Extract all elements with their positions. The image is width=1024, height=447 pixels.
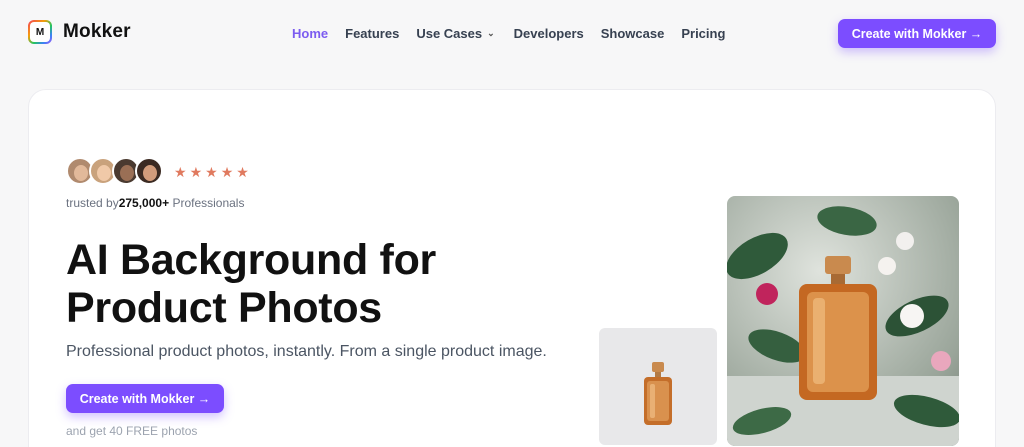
perfume-scene — [727, 206, 959, 446]
star-icon: ★ — [220, 164, 234, 180]
nav-link-use-cases-label: Use Cases — [416, 26, 483, 41]
star-icon: ★ — [236, 164, 249, 180]
nav-link-home[interactable]: Home — [292, 26, 328, 41]
nav-link-pricing[interactable]: Pricing — [681, 26, 725, 41]
nav-link-developers[interactable]: Developers — [514, 26, 584, 41]
nav-link-features[interactable]: Features — [345, 26, 399, 41]
star-icon: ★ — [205, 164, 218, 180]
logo-letter: M — [30, 22, 50, 42]
nav-link-showcase[interactable]: Showcase — [601, 26, 665, 41]
hero-create-button[interactable]: Create with Mokker → — [66, 384, 224, 413]
original-product-image — [599, 328, 717, 445]
nav-create-button[interactable]: Create with Mokker → — [838, 19, 996, 48]
brand-name: Mokker — [63, 21, 131, 42]
perfume-bottle-small — [644, 362, 672, 425]
nav-links: Home Features Use Cases ⌄ Developers Sho… — [292, 26, 725, 41]
brand-logo[interactable]: M Mokker — [28, 20, 131, 44]
trusted-prefix: trusted by — [66, 196, 119, 210]
avatar — [135, 157, 163, 185]
star-icon: ★ — [174, 164, 187, 180]
trusted-count: 275,000+ — [118, 196, 170, 210]
rating-stars: ★ ★ ★ ★ ★ — [174, 164, 249, 181]
nav-link-use-cases[interactable]: Use Cases ⌄ — [416, 26, 494, 41]
headline-line-1: AI Background for — [66, 236, 436, 284]
trusted-suffix: Professionals — [172, 196, 245, 210]
hero-subheadline: Professional product photos, instantly. … — [66, 343, 547, 360]
free-photos-note: and get 40 FREE photos — [66, 424, 198, 438]
hero-headline: AI Background for Product Photos — [66, 236, 436, 336]
generated-product-image — [727, 196, 959, 446]
chevron-down-icon: ⌄ — [487, 28, 495, 38]
trusted-by-text: trusted by275,000+ Professionals — [66, 196, 244, 210]
top-navigation: M Mokker Home Features Use Cases ⌄ Devel… — [0, 0, 1024, 68]
logo-icon: M — [28, 20, 52, 44]
user-avatars — [66, 157, 163, 185]
star-icon: ★ — [189, 164, 203, 180]
headline-line-2: Product Photos — [66, 284, 382, 336]
